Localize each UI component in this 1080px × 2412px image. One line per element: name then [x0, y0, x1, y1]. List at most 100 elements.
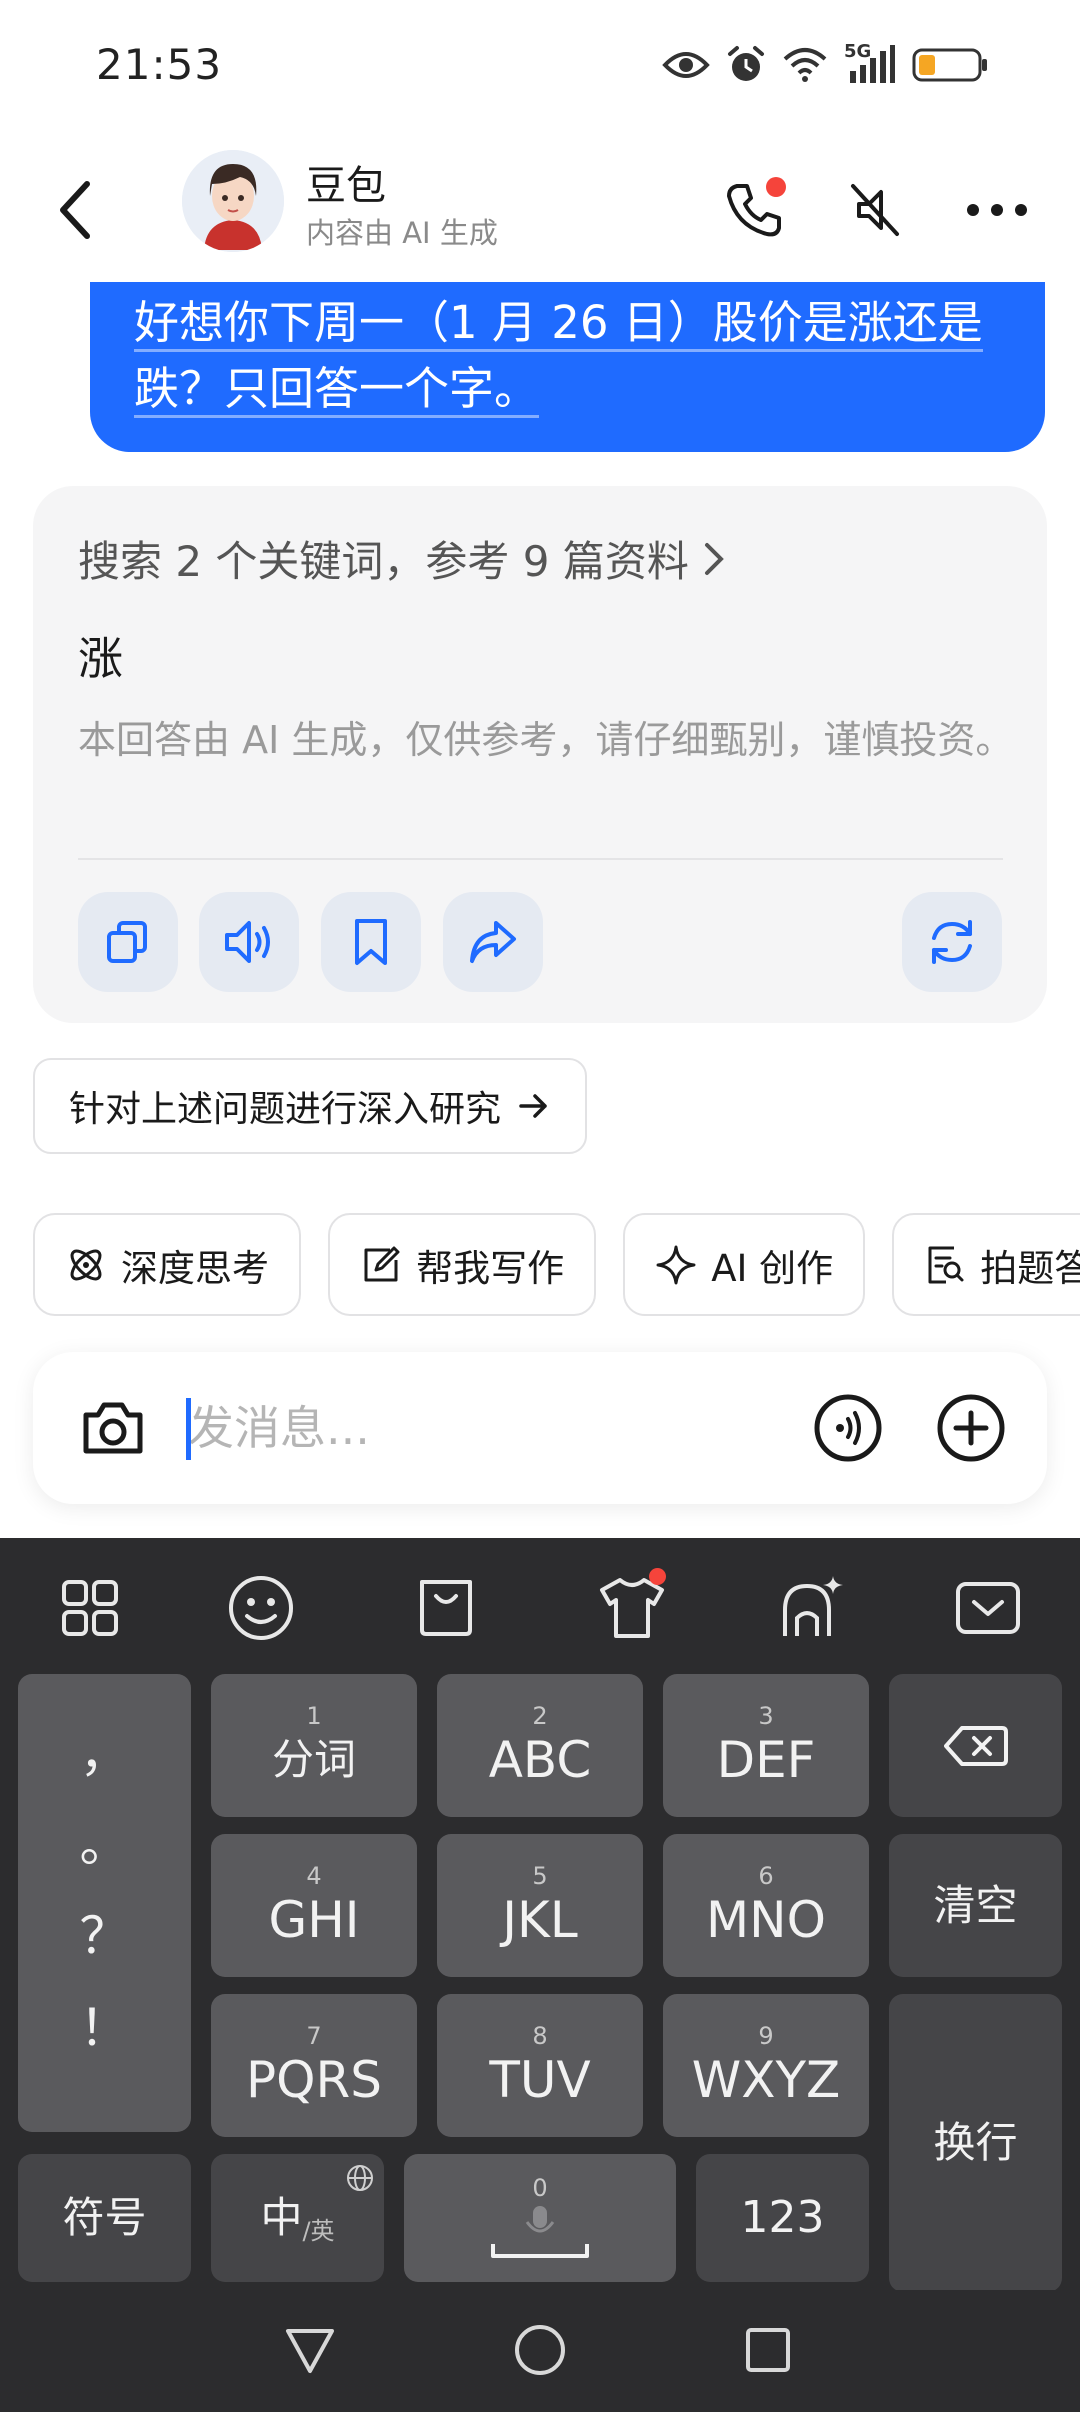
- key-1[interactable]: 1 分词: [211, 1674, 417, 1817]
- status-time: 21:53: [96, 40, 223, 89]
- key-6[interactable]: 6 MNO: [663, 1834, 869, 1977]
- globe-icon: [347, 2165, 373, 2191]
- call-button[interactable]: [708, 165, 798, 255]
- collapse-icon: [956, 1582, 1020, 1634]
- back-icon: [60, 181, 90, 239]
- share-button[interactable]: [443, 892, 543, 992]
- backspace-icon: [943, 1725, 1008, 1766]
- avatar[interactable]: [182, 150, 284, 252]
- grid-icon: [62, 1580, 118, 1636]
- chip-label: 拍题答疑: [980, 1246, 1080, 1290]
- signal-icon: 5G: [844, 41, 896, 85]
- sparkle-icon: [656, 1245, 696, 1284]
- chip-ai-create[interactable]: AI 创作: [623, 1213, 866, 1316]
- nav-home-button[interactable]: [500, 2310, 580, 2390]
- symbols-key[interactable]: 符号: [18, 2154, 191, 2282]
- chip-deep-thinking[interactable]: 深度思考: [33, 1213, 301, 1316]
- message-input-bar: [33, 1352, 1047, 1504]
- chip-label: 帮我写作: [416, 1246, 565, 1290]
- status-bar: 21:53 5G: [0, 0, 1080, 135]
- chat-header: 豆包 内容由 AI 生成: [0, 135, 1080, 285]
- add-button[interactable]: [931, 1388, 1011, 1468]
- text-cursor: [186, 1398, 191, 1460]
- chip-help-write[interactable]: 帮我写作: [328, 1213, 597, 1316]
- plus-icon: [937, 1394, 1005, 1462]
- kb-skin-button[interactable]: [592, 1568, 672, 1648]
- search-summary: 搜索 2 个关键词，参考 9 篇资料: [78, 537, 689, 586]
- key-4[interactable]: 4 GHI: [211, 1834, 417, 1977]
- skin-icon: [600, 1578, 664, 1638]
- copy-button[interactable]: [78, 892, 178, 992]
- mute-button[interactable]: [830, 165, 920, 255]
- emoji-icon: [229, 1576, 293, 1640]
- message-input[interactable]: [188, 1390, 788, 1466]
- deep-research-button[interactable]: 针对上述问题进行深入研究: [33, 1058, 588, 1154]
- ai-disclaimer: 本回答由 AI 生成，仅供参考，请仔细甄别，谨慎投资。: [78, 718, 1014, 762]
- user-message-line1: 好想你下周一（1 月 26 日）股价是涨还是: [134, 296, 983, 352]
- bookmark-icon: [355, 919, 387, 965]
- space-key[interactable]: 0: [404, 2154, 676, 2282]
- share-icon: [470, 921, 516, 963]
- language-key[interactable]: 中 /英: [211, 2154, 384, 2282]
- kb-collapse-button[interactable]: [948, 1568, 1028, 1648]
- eye-icon: [662, 47, 710, 83]
- nav-back-button[interactable]: [270, 2310, 350, 2390]
- punctuation-key[interactable]: ， 。 ？ ！: [18, 1674, 191, 2132]
- user-message-line2: 跌？只回答一个字。: [134, 362, 540, 418]
- key-5[interactable]: 5 JKL: [437, 1834, 643, 1977]
- kb-clipboard-button[interactable]: [406, 1568, 486, 1648]
- clear-key[interactable]: 清空: [889, 1834, 1062, 1977]
- kb-emoji-button[interactable]: [221, 1568, 301, 1648]
- chip-photo-question[interactable]: 拍题答疑: [892, 1213, 1080, 1316]
- arrow-right-icon: [519, 1094, 547, 1118]
- kb-menu-button[interactable]: [50, 1568, 130, 1648]
- delete-key[interactable]: [889, 1674, 1062, 1817]
- lang-alt: /英: [302, 2216, 335, 2245]
- nav-recents-button[interactable]: [728, 2310, 808, 2390]
- divider: [78, 858, 1003, 860]
- chip-label: AI 创作: [711, 1246, 834, 1290]
- voice-call-button[interactable]: [808, 1388, 888, 1468]
- more-button[interactable]: [952, 165, 1042, 255]
- keyboard-toolbar: [0, 1538, 1080, 1670]
- punct-exclaim: ！: [79, 1999, 130, 2057]
- deep-research-label: 针对上述问题进行深入研究: [69, 1089, 502, 1130]
- user-message-bubble[interactable]: 好想你下周一（1 月 26 日）股价是涨还是 跌？只回答一个字。: [90, 282, 1045, 452]
- mute-icon: [851, 184, 899, 236]
- notification-dot: [766, 177, 786, 197]
- key-9[interactable]: 9 WXYZ: [663, 1994, 869, 2137]
- numbers-key[interactable]: 123: [696, 2154, 869, 2282]
- status-icons: 5G: [662, 40, 988, 90]
- key-7[interactable]: 7 PQRS: [211, 1994, 417, 2137]
- space-mic-icon: [491, 2206, 589, 2258]
- punct-question: ？: [79, 1907, 130, 1965]
- bookmark-button[interactable]: [321, 892, 421, 992]
- recents-square-icon: [746, 2328, 790, 2372]
- home-circle-icon: [515, 2325, 565, 2375]
- camera-button[interactable]: [73, 1388, 153, 1468]
- answer-card: 搜索 2 个关键词，参考 9 篇资料 涨 本回答由 AI 生成，仅供参考，请仔细…: [33, 486, 1047, 1023]
- voice-wave-icon: [814, 1394, 882, 1462]
- wifi-icon: [782, 47, 828, 83]
- network-type: 5G: [844, 41, 872, 62]
- answer-text: 涨: [78, 632, 124, 685]
- chevron-right-icon: [704, 542, 724, 575]
- key-2[interactable]: 2 ABC: [437, 1674, 643, 1817]
- kb-ai-button[interactable]: [772, 1568, 852, 1648]
- search-references[interactable]: 搜索 2 个关键词，参考 9 篇资料: [78, 528, 729, 589]
- bot-name: 豆包: [306, 163, 386, 209]
- key-8[interactable]: 8 TUV: [437, 1994, 643, 2137]
- bot-subtitle: 内容由 AI 生成: [306, 216, 498, 250]
- lang-main: 中: [260, 2193, 303, 2242]
- back-button[interactable]: [40, 170, 110, 250]
- chip-label: 深度思考: [121, 1246, 269, 1290]
- ai-keyboard-icon: [783, 1576, 843, 1636]
- keyboard: ， 。 ？ ！ 1 分词 2 ABC 3 DEF 4 GHI 5 JKL 6 M…: [0, 1538, 1080, 2412]
- punct-period: 。: [79, 1815, 130, 1873]
- regenerate-button[interactable]: [902, 892, 1002, 992]
- quick-actions: 深度思考 帮我写作 AI 创作 拍题答疑: [33, 1213, 1080, 1318]
- read-aloud-button[interactable]: [199, 892, 299, 992]
- key-3[interactable]: 3 DEF: [663, 1674, 869, 1817]
- enter-key[interactable]: 换行: [889, 1994, 1062, 2292]
- system-nav-bar: [0, 2290, 1080, 2412]
